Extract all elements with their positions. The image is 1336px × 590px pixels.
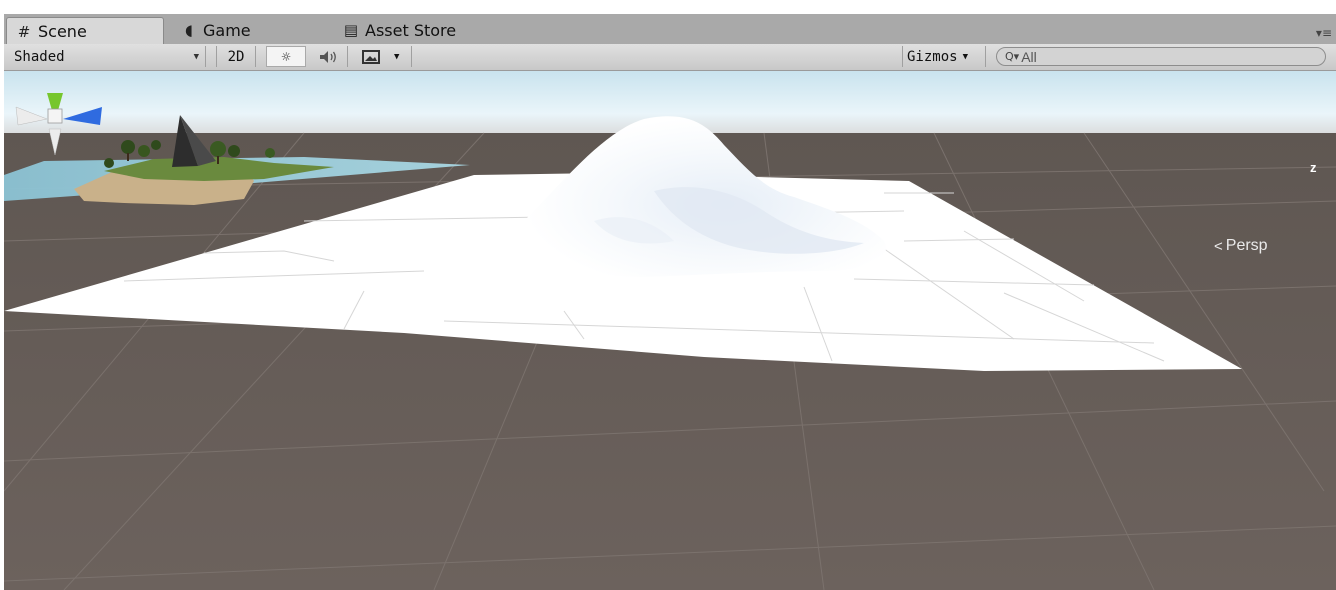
window-menu-icon[interactable]: ▾≡ bbox=[1316, 26, 1332, 40]
store-bag-icon: ▤ bbox=[343, 21, 359, 39]
tab-scene[interactable]: # Scene bbox=[6, 17, 164, 45]
hierarchy-search: Q▾ bbox=[996, 47, 1326, 66]
2d-mode-label: 2D bbox=[227, 48, 245, 65]
gizmos-dropdown[interactable]: Gizmos ▼ bbox=[902, 46, 986, 67]
projection-label: Persp bbox=[1225, 237, 1268, 254]
orientation-gizmo[interactable] bbox=[4, 71, 134, 171]
scene-effects-dropdown[interactable]: ▼ bbox=[354, 46, 412, 67]
scene-render bbox=[4, 71, 1336, 590]
scene-audio-toggle[interactable] bbox=[308, 46, 348, 67]
speaker-icon bbox=[319, 50, 336, 63]
scene-toolbar: Shaded ▼ 2D ☼ ▼ Gizmos ▼ Q▾ All bbox=[4, 44, 1336, 71]
hash-grid-icon: # bbox=[17, 22, 31, 41]
2d-mode-toggle[interactable]: 2D bbox=[216, 46, 256, 67]
search-icon: Q▾ bbox=[1005, 50, 1020, 63]
dropdown-caret-icon: ▼ bbox=[193, 51, 199, 62]
tab-game-label: Game bbox=[203, 20, 251, 40]
sun-icon: ☼ bbox=[281, 47, 291, 66]
scene-window: # Scene ◖ Game ▤ Asset Store ▾≡ Shaded ▼… bbox=[4, 14, 1336, 590]
chevron-left-icon: < bbox=[1214, 237, 1223, 255]
gizmos-label: Gizmos bbox=[907, 48, 958, 65]
draw-mode-dropdown[interactable]: Shaded ▼ bbox=[10, 46, 206, 67]
draw-mode-value: Shaded bbox=[14, 48, 65, 65]
tab-bar: # Scene ◖ Game ▤ Asset Store ▾≡ bbox=[4, 14, 1336, 45]
tab-asset-store[interactable]: ▤ Asset Store bbox=[342, 16, 456, 44]
scene-viewport[interactable]: z < Persp bbox=[4, 71, 1336, 590]
pacman-icon: ◖ bbox=[185, 21, 193, 39]
projection-toggle[interactable]: < Persp bbox=[1214, 237, 1268, 255]
tab-game[interactable]: ◖ Game bbox=[180, 16, 251, 44]
scene-lighting-toggle[interactable]: ☼ bbox=[266, 46, 306, 67]
image-icon bbox=[362, 49, 380, 64]
tab-scene-label: Scene bbox=[38, 22, 87, 41]
search-input[interactable] bbox=[1021, 48, 1302, 65]
dropdown-caret-icon: ▼ bbox=[394, 51, 400, 62]
tab-asset-store-label: Asset Store bbox=[365, 20, 457, 40]
z-axis-label: z bbox=[1310, 160, 1317, 175]
dropdown-caret-icon: ▼ bbox=[962, 51, 968, 62]
